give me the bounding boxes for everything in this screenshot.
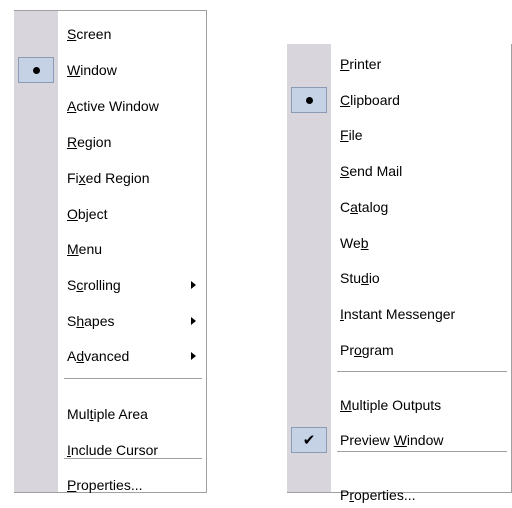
menu-item-label: Include Cursor — [67, 442, 159, 458]
menu-item-instant-messenger[interactable]: Instant Messenger — [287, 301, 511, 327]
menu-item-properties[interactable]: Properties... — [14, 472, 206, 498]
menu-item-screen[interactable]: Screen — [14, 21, 206, 47]
menu-item-active-window[interactable]: Active Window — [14, 93, 206, 119]
menu-item-scrolling[interactable]: Scrolling — [14, 272, 206, 298]
menu-item-fixed-region[interactable]: Fixed Region — [14, 165, 206, 191]
menu-item-label: Properties... — [67, 477, 143, 493]
radio-bullet-icon — [305, 96, 313, 104]
menu-item-label: Scrolling — [67, 277, 121, 293]
menu-separator — [64, 378, 202, 379]
submenu-arrow-icon — [191, 281, 196, 289]
menu-item-object[interactable]: Object — [14, 201, 206, 227]
submenu-arrow-icon — [191, 317, 196, 325]
menu-item-clipboard[interactable]: Clipboard — [287, 87, 511, 113]
menu-item-label: Active Window — [67, 98, 159, 114]
menu-item-label: File — [340, 127, 363, 143]
menu-item-region[interactable]: Region — [14, 129, 206, 155]
menu-item-label: Fixed Region — [67, 170, 150, 186]
menu-item-label: Clipboard — [340, 92, 400, 108]
menu-item-label: Screen — [67, 26, 112, 42]
radio-bullet-icon — [32, 66, 40, 74]
checkmark-icon: ✔ — [302, 430, 316, 449]
menu-item-send-mail[interactable]: Send Mail — [287, 158, 511, 184]
menu-item-preview-window[interactable]: ✔ Preview Window — [287, 427, 511, 453]
menu-item-program[interactable]: Program — [287, 337, 511, 363]
menu-item-catalog[interactable]: Catalog — [287, 194, 511, 220]
menu-item-label: Object — [67, 206, 108, 222]
menu-separator — [337, 451, 507, 452]
menu-item-include-cursor[interactable]: Include Cursor — [14, 437, 206, 463]
menu-item-label: Window — [67, 62, 117, 78]
menu-item-label: Printer — [340, 56, 382, 72]
menu-item-window[interactable]: Window — [14, 57, 206, 83]
menu-item-studio[interactable]: Studio — [287, 265, 511, 291]
menu-item-file[interactable]: File — [287, 122, 511, 148]
menu-item-label: Catalog — [340, 199, 389, 215]
menu-item-label: Instant Messenger — [340, 306, 456, 322]
menu-item-shapes[interactable]: Shapes — [14, 308, 206, 334]
menu-item-check-mark: ✔ — [291, 427, 327, 453]
menu-item-label: Advanced — [67, 348, 130, 364]
menu-item-properties[interactable]: Properties... — [287, 482, 511, 508]
menu-item-label: Properties... — [340, 487, 416, 503]
menu-item-multiple-outputs[interactable]: Multiple Outputs — [287, 392, 511, 418]
menu-item-label: Shapes — [67, 313, 115, 329]
menu-item-label: Preview Window — [340, 432, 444, 448]
menu-item-label: Web — [340, 235, 369, 251]
menu-item-advanced[interactable]: Advanced — [14, 343, 206, 369]
menu-item-label: Multiple Outputs — [340, 397, 442, 413]
menu-item-printer[interactable]: Printer — [287, 51, 511, 77]
menu-item-label: Send Mail — [340, 163, 403, 179]
menu-item-check-mark — [18, 57, 54, 83]
menu-separator — [64, 458, 202, 459]
menu-item-label: Program — [340, 342, 394, 358]
submenu-arrow-icon — [191, 352, 196, 360]
menu-item-label: Multiple Area — [67, 406, 148, 422]
output-menu: Printer Clipboard File Send Mail Catalog Web S… — [287, 44, 512, 503]
menu-item-label: Studio — [340, 270, 380, 286]
menu-item-web[interactable]: Web — [287, 230, 511, 256]
capture-menu: Screen Window Active Window Region Fixed Reg… — [14, 10, 207, 493]
menu-item-label: Region — [67, 134, 112, 150]
menu-item-label: Menu — [67, 241, 103, 257]
menu-separator — [337, 371, 507, 372]
menu-item-multiple-area[interactable]: Multiple Area — [14, 401, 206, 427]
menu-item-menu[interactable]: Menu — [14, 236, 206, 262]
menu-item-check-mark — [291, 87, 327, 113]
